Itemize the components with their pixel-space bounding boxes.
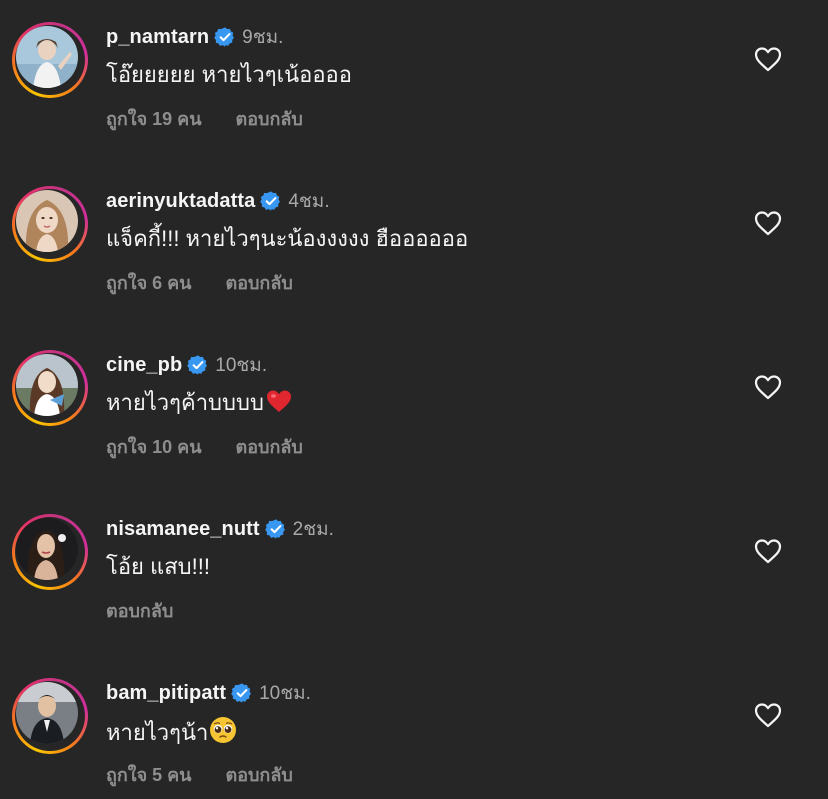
comment-item: p_namtarn 9ชม. โอ๊ยยยยย หายไวๆเน้ออออ ถู… bbox=[0, 0, 828, 164]
comment-text: แจ็คกี้!!! หายไวๆนะน้องงงงง ฮืออออออ bbox=[106, 226, 469, 251]
comment-username[interactable]: p_namtarn bbox=[106, 26, 209, 49]
comment-timestamp: 4ชม. bbox=[288, 191, 330, 212]
avatar[interactable] bbox=[16, 190, 78, 252]
avatar[interactable] bbox=[16, 26, 78, 88]
comment-actions: ถูกใจ 6 คน ตอบกลับ bbox=[106, 268, 293, 297]
comment-timestamp: 10ชม. bbox=[259, 683, 311, 704]
comment-list: p_namtarn 9ชม. โอ๊ยยยยย หายไวๆเน้ออออ ถู… bbox=[0, 0, 828, 799]
likes-count-link[interactable]: ถูกใจ 5 คน bbox=[106, 760, 192, 789]
reply-button[interactable]: ตอบกลับ bbox=[106, 596, 173, 625]
comment-item: bam_pitipatt 10ชม. หายไวๆน้า ถูกใจ 5 คน … bbox=[0, 656, 828, 799]
story-ring[interactable] bbox=[12, 350, 88, 426]
reply-button[interactable]: ตอบกลับ bbox=[226, 268, 293, 297]
pleading-face-icon bbox=[209, 716, 237, 752]
comment-actions: ถูกใจ 19 คน ตอบกลับ bbox=[106, 104, 303, 133]
comment-actions: ตอบกลับ bbox=[106, 596, 173, 625]
comment-text: โอ๊ยยยยย หายไวๆเน้ออออ bbox=[106, 62, 352, 87]
comment-item: aerinyuktadatta 4ชม. แจ็คกี้!!! หายไวๆนะ… bbox=[0, 164, 828, 328]
avatar[interactable] bbox=[16, 354, 78, 416]
reply-button[interactable]: ตอบกลับ bbox=[236, 104, 303, 133]
comment-actions: ถูกใจ 10 คน ตอบกลับ bbox=[106, 432, 303, 461]
heart-outline-icon[interactable] bbox=[754, 702, 782, 728]
reply-button[interactable]: ตอบกลับ bbox=[236, 432, 303, 461]
likes-count-link[interactable]: ถูกใจ 10 คน bbox=[106, 432, 202, 461]
comment-text-content: หายไวๆน้า bbox=[106, 720, 209, 745]
comment-username[interactable]: aerinyuktadatta bbox=[106, 190, 255, 213]
comment-timestamp: 2ชม. bbox=[292, 519, 334, 540]
comment-timestamp: 9ชม. bbox=[242, 27, 284, 48]
comment-item: cine_pb 10ชม. หายไวๆค้าบบบบ ถูกใจ 10 คน … bbox=[0, 328, 828, 492]
story-ring[interactable] bbox=[12, 678, 88, 754]
comment-text-content: หายไวๆค้าบบบบ bbox=[106, 390, 264, 415]
story-ring[interactable] bbox=[12, 22, 88, 98]
verified-badge-icon bbox=[231, 682, 253, 704]
story-ring[interactable] bbox=[12, 186, 88, 262]
likes-count-link[interactable]: ถูกใจ 6 คน bbox=[106, 268, 192, 297]
comment-actions: ถูกใจ 5 คน ตอบกลับ bbox=[106, 760, 293, 789]
comment-username[interactable]: nisamanee_nutt bbox=[106, 518, 260, 541]
reply-button[interactable]: ตอบกลับ bbox=[226, 760, 293, 789]
verified-badge-icon bbox=[260, 190, 282, 212]
heart-outline-icon[interactable] bbox=[754, 374, 782, 400]
comment-username[interactable]: cine_pb bbox=[106, 354, 182, 377]
comment-timestamp: 10ชม. bbox=[215, 355, 268, 376]
likes-count-link[interactable]: ถูกใจ 19 คน bbox=[106, 104, 202, 133]
comment-username[interactable]: bam_pitipatt bbox=[106, 682, 226, 705]
story-ring[interactable] bbox=[12, 514, 88, 590]
verified-badge-icon bbox=[187, 354, 209, 376]
comment-item: nisamanee_nutt 2ชม. โอ้ย แสบ!!! ตอบกลับ bbox=[0, 492, 828, 656]
red-heart-icon bbox=[265, 388, 293, 422]
heart-outline-icon[interactable] bbox=[754, 538, 782, 564]
heart-outline-icon[interactable] bbox=[754, 46, 782, 72]
avatar[interactable] bbox=[16, 518, 78, 580]
avatar[interactable] bbox=[16, 682, 78, 744]
comment-text: หายไวๆค้าบบบบ bbox=[106, 388, 293, 422]
verified-badge-icon bbox=[264, 518, 287, 540]
verified-badge-icon bbox=[214, 26, 236, 48]
comment-text: โอ้ย แสบ!!! bbox=[106, 554, 210, 579]
heart-outline-icon[interactable] bbox=[754, 210, 782, 236]
comment-text: หายไวๆน้า bbox=[106, 716, 237, 752]
